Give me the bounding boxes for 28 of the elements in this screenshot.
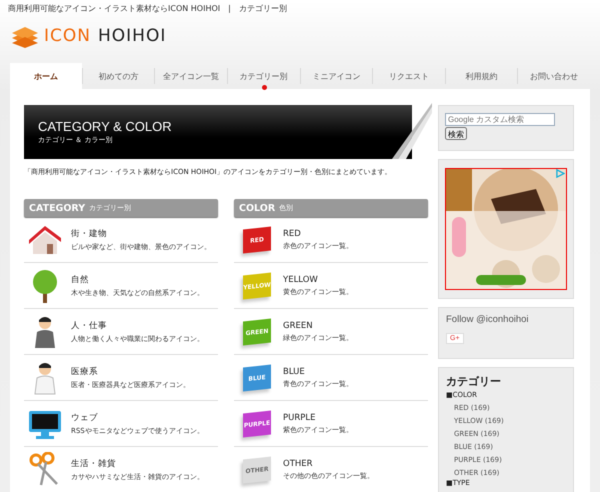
category-title[interactable]: 生活・雑貨 <box>71 458 204 470</box>
color-title[interactable]: BLUE <box>283 366 353 376</box>
nav-tab[interactable]: ホーム <box>10 63 82 89</box>
search-field[interactable]: Google カスタム検索 <box>445 113 555 126</box>
nav-tab[interactable]: ミニアイコン <box>300 68 372 84</box>
nav-tab[interactable]: 全アイコン一覧 <box>154 68 227 84</box>
nav-tab[interactable]: 初めての方 <box>82 68 154 84</box>
color-title[interactable]: GREEN <box>283 320 353 330</box>
search-button[interactable]: 検索 <box>445 127 467 140</box>
color-title[interactable]: YELLOW <box>283 274 353 284</box>
category-title[interactable]: ウェブ <box>71 412 204 424</box>
stacked-layers-logo-icon[interactable] <box>10 24 40 48</box>
color-title[interactable]: RED <box>283 228 353 238</box>
category-title[interactable]: 自然 <box>71 274 204 286</box>
nav-tab[interactable]: お問い合わせ <box>517 68 590 84</box>
nav-tab[interactable]: 利用規約 <box>444 68 518 84</box>
category-title[interactable]: 人・仕事 <box>71 320 204 332</box>
sidebar-title: カテゴリー <box>446 374 502 389</box>
page-curl-icon <box>392 103 432 159</box>
logo-text[interactable]: HOIHOI <box>98 26 166 46</box>
nav-tab[interactable]: リクエスト <box>372 68 445 84</box>
color-title[interactable]: OTHER <box>283 458 374 468</box>
banner-title: CATEGORY & COLOR <box>38 119 173 134</box>
follow-text[interactable]: Follow @iconhoihoi <box>446 314 566 325</box>
color-title[interactable]: PURPLE <box>283 412 353 422</box>
category-title[interactable]: 街・建物 <box>71 228 211 240</box>
page-heading-text: 商用利用可能なアイコン・イラスト素材ならICON HOIHOI | カテゴリー別 <box>7 3 288 14</box>
category-title[interactable]: 医療系 <box>71 366 190 378</box>
